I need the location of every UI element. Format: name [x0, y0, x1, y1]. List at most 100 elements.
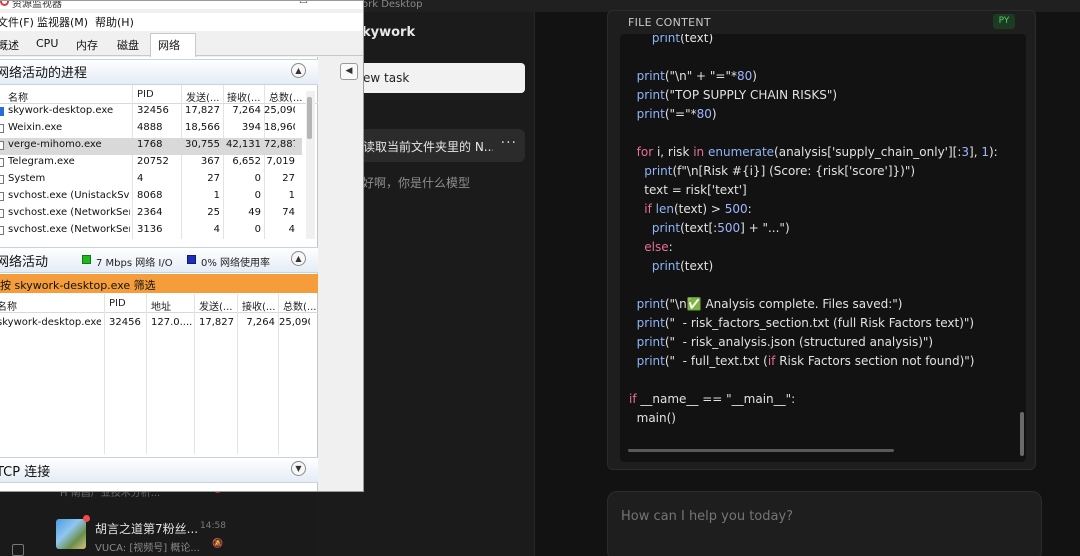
process-name[interactable]: skywork-desktop.exe: [8, 105, 130, 116]
code-line: if len(text) > 500:: [644, 202, 752, 216]
process-recv: 0: [254, 173, 261, 184]
filter-label: 按 skywork-desktop.exe 筛选: [0, 279, 156, 292]
col-send[interactable]: 发送(...: [199, 298, 232, 313]
checkbox[interactable]: [0, 209, 4, 218]
code-line: print(text[:500] + "..."): [651, 221, 790, 235]
chevron-up-icon[interactable]: ▲: [291, 251, 306, 266]
new-task-label: ew task: [363, 71, 410, 85]
process-total: 25,090: [264, 105, 295, 116]
history-item-active[interactable]: 读取当前文件夹里的 N... ···: [355, 129, 525, 162]
code-line: print(text): [651, 34, 714, 45]
process-total: 74: [282, 207, 295, 218]
language-badge: PY: [993, 14, 1015, 29]
process-pid: 32456: [137, 105, 169, 116]
column-divider: [194, 294, 195, 454]
resource-monitor-window: 资源监视器 — ☐ 文件(F) 监视器(M) 帮助(H) 概述 CPU 内存 磁…: [0, 0, 364, 492]
folder-icon[interactable]: [12, 544, 24, 556]
column-divider: [146, 294, 147, 454]
code-viewer[interactable]: print(text) print("\n" + "="*80) print("…: [620, 34, 1026, 462]
chevron-up-icon[interactable]: ▲: [291, 63, 306, 78]
chat-input[interactable]: [621, 509, 1021, 524]
process-recv: 42,131: [226, 139, 261, 150]
horizontal-scrollbar[interactable]: [628, 449, 894, 452]
chevron-down-icon[interactable]: ▼: [291, 461, 306, 476]
process-send: 17,827: [185, 105, 220, 116]
process-total: 72,887: [264, 139, 295, 150]
process-name[interactable]: svchost.exe (UnistackSvcG...: [8, 190, 130, 201]
address: 127.0....: [151, 317, 193, 328]
process-recv: 394: [241, 122, 261, 133]
menu-monitor[interactable]: 监视器(M): [37, 14, 88, 30]
process-send: 4: [213, 224, 220, 235]
checkbox[interactable]: [0, 141, 4, 150]
checkbox-checked[interactable]: [0, 107, 4, 116]
checkbox[interactable]: [0, 175, 4, 184]
process-name[interactable]: svchost.exe (NetworkServi...: [8, 207, 130, 218]
process-recv: 6,652: [232, 156, 261, 167]
process-name[interactable]: Weixin.exe: [8, 122, 130, 133]
collapse-panel-button[interactable]: ◀: [340, 63, 358, 80]
menu-help[interactable]: 帮助(H): [95, 14, 134, 30]
chat-name[interactable]: 胡言之道第7粉丝...: [95, 520, 198, 537]
new-task-button[interactable]: ew task: [355, 63, 525, 93]
process-send: 17,827: [199, 317, 234, 328]
code-line: if __name__ == "__main__":: [629, 392, 796, 406]
chat-message-preview: VUCA: [视频号] 概论...: [95, 543, 200, 554]
code-line: for i, risk in enumerate(analysis['suppl…: [636, 145, 998, 159]
col-address[interactable]: 地址: [151, 298, 171, 313]
processes-section-title: 网络活动的进程: [0, 66, 88, 81]
col-name[interactable]: 名称: [8, 89, 28, 104]
tab-disk[interactable]: 磁盘: [117, 37, 139, 53]
col-name[interactable]: 名称: [0, 298, 17, 313]
process-pid: 32456: [109, 317, 141, 328]
history-item[interactable]: 好啊，你是什么模型: [362, 174, 470, 191]
process-name[interactable]: Telegram.exe: [8, 156, 130, 167]
tab-cpu[interactable]: CPU: [36, 37, 58, 50]
tab-overview[interactable]: 概述: [0, 37, 19, 53]
col-recv[interactable]: 接收(...: [227, 89, 260, 104]
brand-name: kywork: [362, 25, 416, 40]
more-options-icon[interactable]: ···: [501, 135, 517, 151]
process-scrollbar-thumb[interactable]: [307, 97, 312, 139]
maximize-icon[interactable]: ☐: [299, 1, 308, 6]
code-line: main(): [629, 411, 676, 425]
avatar[interactable]: [56, 519, 86, 549]
tab-network[interactable]: 网络: [158, 37, 180, 53]
col-pid[interactable]: PID: [137, 89, 154, 100]
col-recv[interactable]: 接收(...: [242, 298, 275, 313]
menu-file[interactable]: 文件(F): [0, 14, 34, 30]
process-recv: 49: [248, 207, 261, 218]
chat-input-box[interactable]: [607, 491, 1042, 556]
process-pid: 1768: [137, 139, 163, 150]
code-line: print(" - risk_factors_section.txt (full…: [636, 316, 975, 330]
process-total: 7,019: [266, 156, 295, 167]
process-send: 25: [207, 207, 220, 218]
checkbox[interactable]: [0, 192, 4, 201]
col-pid[interactable]: PID: [109, 298, 126, 309]
column-divider: [104, 294, 105, 454]
process-pid: 2364: [137, 207, 163, 218]
code-line: print("TOP SUPPLY CHAIN RISKS"): [636, 88, 838, 102]
checkbox[interactable]: [0, 226, 4, 235]
checkbox[interactable]: [0, 124, 4, 133]
process-pid: 3136: [137, 224, 163, 235]
minimize-icon[interactable]: —: [258, 1, 268, 6]
process-total: 1: [288, 190, 295, 201]
col-total[interactable]: 总数(...: [283, 298, 316, 313]
tab-memory[interactable]: 内存: [76, 37, 98, 53]
process-name[interactable]: verge-mihomo.exe: [8, 139, 130, 150]
process-name[interactable]: svchost.exe (NetworkServi...: [8, 224, 130, 235]
process-send: 1: [213, 190, 220, 201]
header-divider: [0, 312, 318, 313]
checkbox[interactable]: [0, 158, 4, 167]
vertical-scrollbar[interactable]: [1020, 412, 1024, 456]
col-send[interactable]: 发送(...: [186, 89, 219, 104]
process-name[interactable]: skywork-desktop.exe: [0, 317, 101, 328]
col-total[interactable]: 总数(...: [269, 89, 302, 104]
code-line: text = risk['text']: [629, 183, 747, 197]
process-name[interactable]: System: [8, 173, 130, 184]
network-section-title: 网络活动: [0, 255, 49, 270]
network-usage-label: 0% 网络使用率: [201, 258, 271, 269]
code-line: print("="*80): [636, 107, 717, 121]
code-line: print(" - risk_analysis.json (structured…: [636, 335, 934, 349]
